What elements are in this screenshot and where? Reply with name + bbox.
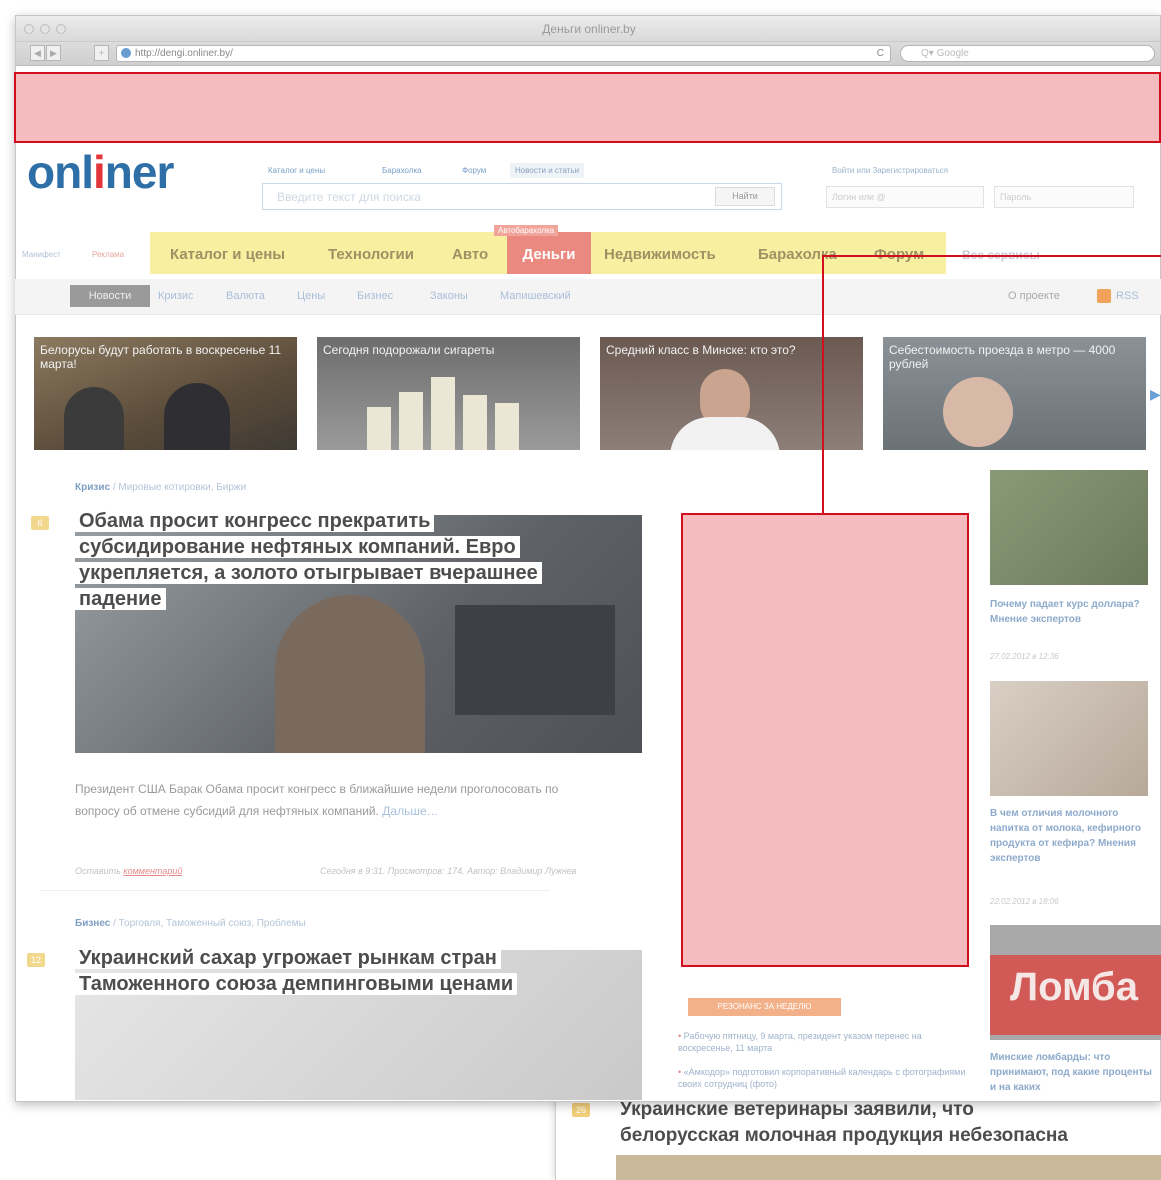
nav-manifest[interactable]: Манифест: [22, 250, 61, 259]
sidebar-headline[interactable]: Минские ломбарды: что принимают, под как…: [990, 1050, 1155, 1100]
avtobaraholka-badge[interactable]: Автобарахолка: [494, 225, 559, 236]
annotation-line: [822, 255, 824, 515]
sidebar-date: 22.02.2012 в 18:06: [990, 897, 1059, 906]
subnav-laws[interactable]: Законы: [430, 290, 468, 302]
sidebar-headline[interactable]: В чем отличия молочного напитка от молок…: [990, 806, 1150, 866]
comment-prompt: Оставить комментарий: [75, 866, 183, 876]
window-title: Деньги onliner.by: [542, 22, 636, 36]
news-thumb-4[interactable]: Себестоимость проезда в метро — 4000 руб…: [883, 337, 1146, 450]
globe-icon: [121, 48, 131, 58]
nav-realty[interactable]: Недвижимость: [604, 246, 716, 263]
thumb-caption: Сегодня подорожали сигареты: [323, 343, 495, 357]
article-tags: / Торговля, Таможенный союз, Проблемы: [113, 918, 306, 929]
nav-ads[interactable]: Реклама: [92, 250, 124, 259]
search-placeholder: Введите текст для поиска: [277, 190, 421, 204]
cigarette-bar: [367, 407, 391, 450]
comment-count-badge[interactable]: 12: [27, 953, 45, 967]
thumb-caption: Средний класс в Минске: кто это?: [606, 343, 796, 357]
subnav-crisis[interactable]: Кризис: [158, 290, 193, 302]
nav-auto[interactable]: Авто: [452, 246, 488, 263]
subnav-mapishevsky[interactable]: Мапишевский: [500, 290, 571, 302]
nav-catalog[interactable]: Каталог и цены: [170, 246, 285, 263]
person-figure: [64, 387, 124, 450]
comment-count-badge[interactable]: 26: [572, 1103, 590, 1117]
address-bar[interactable]: http://dengi.onliner.by/ C: [116, 45, 891, 62]
article-category: Бизнес / Торговля, Таможенный союз, Проб…: [75, 918, 306, 929]
nav-money[interactable]: Деньги: [507, 232, 591, 274]
read-more-link[interactable]: Дальше…: [382, 804, 438, 818]
resonance-label: РЕЗОНАНС ЗА НЕДЕЛЮ: [688, 998, 841, 1016]
article-tags: / Мировые котировки, Биржи: [112, 482, 247, 493]
article-image: [616, 1155, 1161, 1180]
search-button[interactable]: Найти: [715, 187, 775, 206]
forward-button[interactable]: ▶: [46, 45, 61, 61]
top-link-catalog[interactable]: Каталог и цены: [268, 166, 325, 175]
banner-highlight: [14, 72, 1161, 143]
reload-icon[interactable]: C: [877, 46, 884, 61]
top-link-news[interactable]: Новости и статьи: [510, 163, 585, 178]
site-search-input[interactable]: Введите текст для поиска Найти: [262, 183, 782, 210]
title-bar: Деньги onliner.by: [16, 16, 1160, 42]
category-link[interactable]: Бизнес: [75, 918, 110, 929]
ad-highlight: [681, 513, 969, 967]
comment-count-badge[interactable]: 6: [31, 516, 49, 530]
rss-icon[interactable]: [1097, 289, 1111, 303]
monitor-shape: [455, 605, 615, 715]
password-field[interactable]: Пароль: [994, 186, 1134, 208]
sidebar-image[interactable]: [990, 681, 1148, 796]
subnav-prices[interactable]: Цены: [297, 290, 325, 302]
top-link-baraholka[interactable]: Барахолка: [382, 166, 422, 175]
login-register-link[interactable]: Войти или Зарегистрироваться: [832, 166, 948, 175]
back-button[interactable]: ◀: [30, 45, 45, 61]
login-field[interactable]: Логин или @: [826, 186, 984, 208]
cigarette-bar: [399, 392, 423, 450]
article-meta: Сегодня в 9:31. Просмотров: 174. Автор: …: [320, 866, 577, 876]
sidebar-date: 27.02.2012 в 12:36: [990, 652, 1059, 661]
thumb-caption: Белорусы будут работать в воскресенье 11…: [40, 343, 282, 371]
divider: [40, 890, 550, 891]
subnav-business[interactable]: Бизнес: [357, 290, 393, 302]
thumb-caption: Себестоимость проезда в метро — 4000 руб…: [889, 343, 1116, 371]
top-link-forum[interactable]: Форум: [462, 166, 486, 175]
pawnshop-sign-text: Ломба: [1010, 965, 1138, 1009]
article-headline[interactable]: Украинские ветеринары заявили, что белор…: [620, 1097, 1160, 1149]
sidebar-image[interactable]: Ломба: [990, 925, 1161, 1040]
person-figure: [164, 383, 230, 450]
resonance-item[interactable]: Рабочую пятницу, 9 марта, президент указ…: [678, 1030, 968, 1054]
person-shirt: [670, 417, 780, 450]
cigarette-bar: [495, 403, 519, 450]
carousel-next-icon[interactable]: ▶: [1150, 386, 1161, 403]
article-headline[interactable]: Обама просит конгресс прекратить субсиди…: [75, 508, 635, 612]
subnav-news[interactable]: Новости: [70, 285, 150, 307]
person-face: [943, 377, 1013, 447]
resonance-item[interactable]: «Амкодор» подготовил корпоративный кален…: [678, 1066, 968, 1096]
browser-toolbar: ◀ ▶ + http://dengi.onliner.by/ C Q▾ Goog…: [16, 42, 1160, 66]
person-figure: [275, 595, 425, 753]
add-bookmark-button[interactable]: +: [94, 45, 109, 61]
article-headline[interactable]: Украинский сахар угрожает рынкам стран Т…: [75, 945, 635, 997]
browser-search-field[interactable]: Q▾ Google: [900, 45, 1155, 62]
subnav-rss[interactable]: RSS: [1116, 290, 1139, 302]
category-link[interactable]: Кризис: [75, 482, 110, 493]
nav-tech[interactable]: Технологии: [328, 246, 414, 263]
comment-link[interactable]: комментарий: [123, 866, 182, 876]
cigarette-bar: [431, 377, 455, 450]
sidebar-headline[interactable]: Почему падает курс доллара? Мнение экспе…: [990, 597, 1150, 627]
annotation-line: [822, 255, 1161, 257]
cigarette-bar: [463, 395, 487, 450]
article-category: Кризис / Мировые котировки, Биржи: [75, 482, 246, 493]
article-teaser: Президент США Барак Обама просит конгрес…: [75, 782, 559, 818]
sidebar-image[interactable]: [990, 470, 1148, 585]
url-text: http://dengi.onliner.by/: [135, 48, 233, 59]
subnav-currency[interactable]: Валюта: [226, 290, 265, 302]
subnav-about[interactable]: О проекте: [1008, 290, 1060, 302]
onliner-logo[interactable]: onliner: [27, 145, 174, 199]
news-thumb-2[interactable]: Сегодня подорожали сигареты: [317, 337, 580, 450]
news-thumb-1[interactable]: Белорусы будут работать в воскресенье 11…: [34, 337, 297, 450]
